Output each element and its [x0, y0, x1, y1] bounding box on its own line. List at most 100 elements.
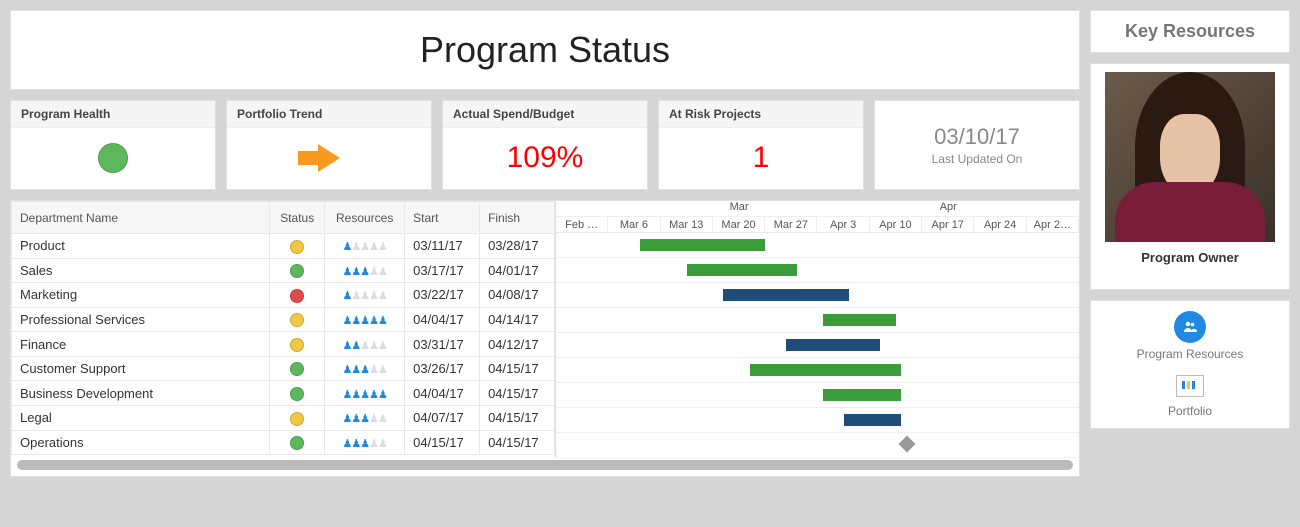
link-portfolio[interactable]: Portfolio	[1168, 375, 1212, 418]
table-row[interactable]: Marketing♟♟♟♟♟03/22/1704/08/17	[12, 283, 555, 308]
cell-start: 03/11/17	[405, 234, 480, 259]
spend-value: 109%	[507, 141, 584, 175]
cell-status	[270, 332, 325, 357]
table-row[interactable]: Professional Services♟♟♟♟♟04/04/1704/14/…	[12, 307, 555, 332]
gantt-row[interactable]	[556, 258, 1079, 283]
cell-resources: ♟♟♟♟♟	[325, 258, 405, 283]
gantt-row[interactable]	[556, 308, 1079, 333]
cell-resources: ♟♟♟♟♟	[325, 430, 405, 455]
link-program-resources[interactable]: Program Resources	[1137, 311, 1244, 361]
cell-finish: 04/15/17	[480, 430, 555, 455]
people-icon	[1174, 311, 1206, 343]
gantt-bar[interactable]	[823, 389, 901, 401]
gantt-card: Department Name Status Resources Start F…	[10, 200, 1080, 477]
table-row[interactable]: Legal♟♟♟♟♟04/07/1704/15/17	[12, 405, 555, 430]
cell-start: 03/26/17	[405, 356, 480, 381]
gantt-bar[interactable]	[640, 239, 766, 251]
gantt-row[interactable]	[556, 333, 1079, 358]
timeline-week: Apr 2…	[1027, 217, 1079, 233]
table-row[interactable]: Product♟♟♟♟♟03/11/1703/28/17	[12, 234, 555, 259]
col-finish[interactable]: Finish	[480, 202, 555, 234]
cell-name: Professional Services	[12, 307, 270, 332]
kpi-portfolio-trend[interactable]: Portfolio Trend	[226, 100, 432, 190]
cell-name: Legal	[12, 405, 270, 430]
cell-status	[270, 356, 325, 381]
atrisk-value: 1	[753, 141, 770, 175]
gantt-row[interactable]	[556, 383, 1079, 408]
milestone-icon[interactable]	[899, 436, 916, 453]
kpi-last-updated: 03/10/17 Last Updated On	[874, 100, 1080, 190]
sidebar-links: Program Resources Portfolio	[1090, 300, 1290, 429]
kpi-at-risk[interactable]: At Risk Projects 1	[658, 100, 864, 190]
cell-start: 03/31/17	[405, 332, 480, 357]
avatar	[1105, 72, 1275, 242]
cell-name: Finance	[12, 332, 270, 357]
cell-name: Marketing	[12, 283, 270, 308]
timeline-month: Mar	[730, 201, 749, 213]
table-row[interactable]: Sales♟♟♟♟♟03/17/1704/01/17	[12, 258, 555, 283]
kpi-row: Program Health Portfolio Trend Actual Sp…	[10, 100, 1080, 190]
gantt-row[interactable]	[556, 283, 1079, 308]
cell-start: 04/07/17	[405, 405, 480, 430]
gantt-timeline[interactable]: MarApr Feb …Mar 6Mar 13Mar 20Mar 27Apr 3…	[556, 201, 1079, 458]
cell-finish: 04/12/17	[480, 332, 555, 357]
col-resources[interactable]: Resources	[325, 202, 405, 234]
status-dot-icon	[290, 436, 304, 450]
kpi-label: Portfolio Trend	[227, 101, 431, 128]
cell-resources: ♟♟♟♟♟	[325, 307, 405, 332]
cell-finish: 04/15/17	[480, 356, 555, 381]
gantt-row[interactable]	[556, 408, 1079, 433]
cell-resources: ♟♟♟♟♟	[325, 283, 405, 308]
status-dot-icon	[290, 387, 304, 401]
gantt-bar[interactable]	[823, 314, 896, 326]
timeline-week: Apr 17	[922, 217, 974, 233]
table-row[interactable]: Customer Support♟♟♟♟♟03/26/1704/15/17	[12, 356, 555, 381]
horizontal-scrollbar[interactable]	[17, 460, 1073, 470]
updated-date: 03/10/17	[934, 124, 1020, 150]
gantt-row[interactable]	[556, 433, 1079, 458]
portfolio-icon	[1176, 375, 1204, 397]
cell-finish: 04/08/17	[480, 283, 555, 308]
grid-table: Department Name Status Resources Start F…	[11, 201, 556, 458]
cell-status	[270, 307, 325, 332]
cell-name: Operations	[12, 430, 270, 455]
gantt-bar[interactable]	[723, 289, 849, 301]
program-owner-card[interactable]: Program Owner	[1090, 63, 1290, 290]
timeline-week: Feb …	[556, 217, 608, 233]
gantt-row[interactable]	[556, 358, 1079, 383]
cell-resources: ♟♟♟♟♟	[325, 381, 405, 406]
status-dot-icon	[290, 240, 304, 254]
title-card: Program Status	[10, 10, 1080, 90]
gantt-bar[interactable]	[844, 414, 902, 426]
col-start[interactable]: Start	[405, 202, 480, 234]
kpi-label: Program Health	[11, 101, 215, 128]
gantt-bar[interactable]	[786, 339, 880, 351]
col-department[interactable]: Department Name	[12, 202, 270, 234]
cell-status	[270, 283, 325, 308]
timeline-week: Apr 10	[870, 217, 922, 233]
col-status[interactable]: Status	[270, 202, 325, 234]
cell-resources: ♟♟♟♟♟	[325, 332, 405, 357]
table-row[interactable]: Finance ♟♟♟♟♟03/31/1704/12/17	[12, 332, 555, 357]
status-dot-icon	[290, 338, 304, 352]
timeline-week: Apr 3	[817, 217, 869, 233]
cell-name: Sales	[12, 258, 270, 283]
cell-start: 04/15/17	[405, 430, 480, 455]
kpi-actual-spend[interactable]: Actual Spend/Budget 109%	[442, 100, 648, 190]
gantt-bar[interactable]	[687, 264, 797, 276]
timeline-week: Mar 13	[661, 217, 713, 233]
cell-status	[270, 405, 325, 430]
cell-finish: 04/15/17	[480, 381, 555, 406]
cell-resources: ♟♟♟♟♟	[325, 405, 405, 430]
gantt-row[interactable]	[556, 233, 1079, 258]
kpi-program-health[interactable]: Program Health	[10, 100, 216, 190]
gantt-bar[interactable]	[750, 364, 902, 376]
table-row[interactable]: Business Development♟♟♟♟♟04/04/1704/15/1…	[12, 381, 555, 406]
cell-start: 04/04/17	[405, 381, 480, 406]
table-row[interactable]: Operations♟♟♟♟♟04/15/1704/15/17	[12, 430, 555, 455]
cell-finish: 04/01/17	[480, 258, 555, 283]
sidebar-title: Key Resources	[1125, 21, 1255, 41]
timeline-week: Mar 27	[765, 217, 817, 233]
status-dot-icon	[290, 313, 304, 327]
cell-start: 04/04/17	[405, 307, 480, 332]
